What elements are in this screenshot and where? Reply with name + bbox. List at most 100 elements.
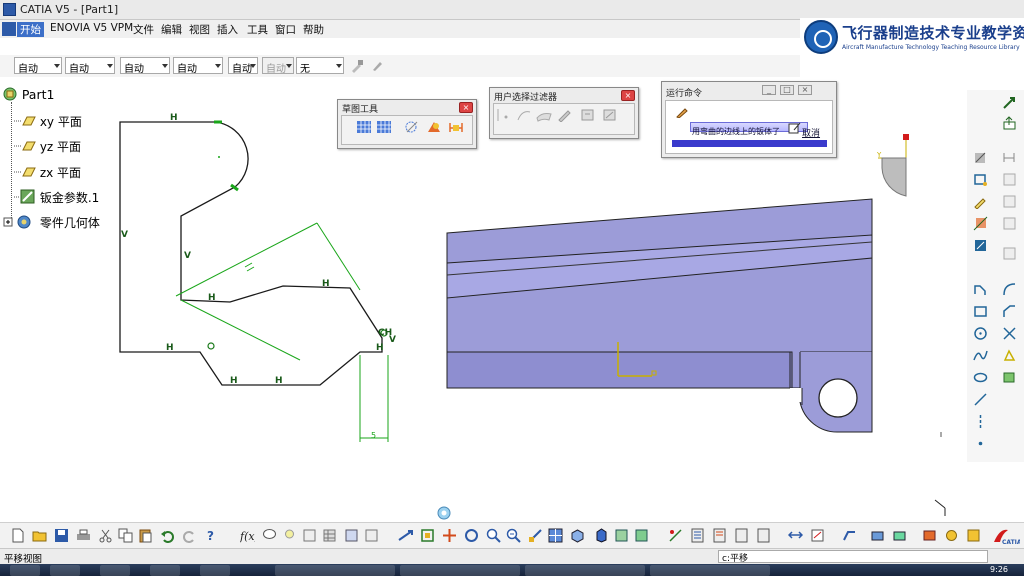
measure-inertia-icon[interactable]: [756, 528, 771, 543]
horizontal-scrollbar[interactable]: [672, 140, 827, 147]
intersection-edges-icon[interactable]: [602, 108, 618, 122]
compass-icon[interactable]: Y: [876, 134, 909, 197]
close-icon[interactable]: ×: [621, 90, 635, 101]
fly-mode-icon[interactable]: [398, 528, 413, 543]
point-filter-icon[interactable]: [496, 108, 512, 122]
tree-item-part-body[interactable]: 零件几何体: [2, 214, 100, 232]
save-icon[interactable]: [54, 528, 69, 543]
shading-icon[interactable]: [594, 528, 609, 543]
menu-edit[interactable]: 编辑: [158, 22, 185, 37]
undo-icon[interactable]: [160, 528, 175, 543]
grid-icon[interactable]: [356, 120, 372, 134]
comment-icon[interactable]: [262, 528, 277, 543]
ellipse-icon[interactable]: [973, 370, 988, 385]
menu-help[interactable]: 帮助: [300, 22, 327, 37]
sheetmetal-part[interactable]: [446, 198, 873, 433]
rotate-icon[interactable]: [464, 528, 479, 543]
close-button[interactable]: ×: [798, 85, 812, 95]
taskbar-app-button[interactable]: [650, 565, 770, 576]
zoom-in-icon[interactable]: [486, 528, 501, 543]
taskbar-app-button[interactable]: [400, 565, 520, 576]
tree-item-yz-plane[interactable]: yz 平面: [14, 138, 81, 156]
minimize-button[interactable]: _: [762, 85, 776, 95]
constraint-dialog-icon[interactable]: [1002, 172, 1017, 187]
menu-start[interactable]: 开始: [17, 22, 44, 37]
iso-view-icon[interactable]: [570, 528, 585, 543]
fold-icon[interactable]: [892, 528, 907, 543]
maximize-button[interactable]: □: [780, 85, 794, 95]
flange-icon[interactable]: [810, 528, 825, 543]
open-folder-icon[interactable]: [32, 528, 47, 543]
chamfer-icon[interactable]: [1002, 304, 1017, 319]
properties-icon[interactable]: [370, 59, 384, 73]
tree-root[interactable]: Part1: [2, 86, 54, 104]
cancel-link[interactable]: 取消: [802, 126, 820, 139]
taskbar-app-button[interactable]: [100, 565, 130, 576]
auto-constraint-icon[interactable]: [1002, 246, 1017, 261]
line-type-combo[interactable]: 自动: [173, 57, 223, 75]
wall-icon[interactable]: [788, 528, 803, 543]
painter-icon[interactable]: [350, 59, 364, 73]
tree-item-xy-plane[interactable]: xy 平面: [14, 113, 82, 131]
geometrical-constraints-icon[interactable]: [426, 120, 442, 134]
system-menu-icon[interactable]: [2, 22, 16, 36]
line-weight-combo[interactable]: 自动: [120, 57, 170, 75]
normal-view-icon[interactable]: [528, 528, 543, 543]
tree-item-zx-plane[interactable]: zx 平面: [14, 164, 81, 182]
point-icon[interactable]: [973, 436, 988, 451]
close-icon[interactable]: ×: [459, 102, 473, 113]
snap-to-point-icon[interactable]: [376, 120, 392, 134]
sketch-profile[interactable]: [119, 121, 383, 386]
feature-element-filter-icon[interactable]: [580, 108, 596, 122]
print-icon[interactable]: [76, 528, 91, 543]
dimensional-constraints-icon[interactable]: [448, 120, 464, 134]
design-table-icon[interactable]: [364, 528, 379, 543]
line-icon[interactable]: [973, 392, 988, 407]
surface-filter-icon[interactable]: [536, 108, 552, 122]
swap-visible-space-icon[interactable]: [634, 528, 649, 543]
cutout-icon[interactable]: [922, 528, 937, 543]
color-combo[interactable]: 自动: [14, 57, 62, 75]
animate-constraint-icon[interactable]: [1002, 194, 1017, 209]
sketch-icon[interactable]: [1002, 116, 1017, 131]
menu-enovia[interactable]: ENOVIA V5 VPM: [47, 22, 136, 34]
measure-item-icon[interactable]: [734, 528, 749, 543]
operation-icon[interactable]: [973, 238, 988, 253]
circle-icon[interactable]: [973, 326, 988, 341]
taskbar-app-button[interactable]: [525, 565, 645, 576]
axis-line-icon[interactable]: [973, 414, 988, 429]
layer-combo[interactable]: 无: [296, 57, 344, 75]
hide-show-icon[interactable]: [614, 528, 629, 543]
paste-icon[interactable]: [138, 528, 153, 543]
measure-icon[interactable]: [690, 528, 705, 543]
transparency-combo[interactable]: 自动: [65, 57, 115, 75]
tools-palette-icon[interactable]: [344, 528, 359, 543]
corner-relief-icon[interactable]: [966, 528, 981, 543]
taskbar-app-button[interactable]: [200, 565, 230, 576]
project-3d-elements-icon[interactable]: [1002, 370, 1017, 385]
mirror-icon[interactable]: [1002, 348, 1017, 363]
construction-element-icon[interactable]: [404, 120, 420, 134]
redo-icon[interactable]: [182, 528, 197, 543]
formula-icon[interactable]: f(x): [240, 528, 255, 543]
power-input-field[interactable]: c:平移: [718, 550, 988, 564]
catalog-icon[interactable]: [302, 528, 317, 543]
rectangle-icon[interactable]: [973, 172, 988, 187]
menu-file[interactable]: 文件: [130, 22, 157, 37]
menu-window[interactable]: 窗口: [272, 22, 299, 37]
taskbar-start-button[interactable]: [10, 565, 40, 576]
menu-insert[interactable]: 插入: [214, 22, 241, 37]
trim-icon[interactable]: [1002, 326, 1017, 341]
cut-icon[interactable]: [98, 528, 113, 543]
spline-icon[interactable]: [973, 348, 988, 363]
table-icon[interactable]: [322, 528, 337, 543]
corner-icon[interactable]: [1002, 282, 1017, 297]
fit-all-icon[interactable]: [420, 528, 435, 543]
volume-filter-icon[interactable]: [556, 108, 572, 122]
point-type-combo[interactable]: 自动: [228, 57, 258, 75]
hole-icon[interactable]: [944, 528, 959, 543]
menu-tools[interactable]: 工具: [244, 22, 271, 37]
unfold-icon[interactable]: [870, 528, 885, 543]
taskbar-app-button[interactable]: [50, 565, 80, 576]
curve-filter-icon[interactable]: [516, 108, 532, 122]
